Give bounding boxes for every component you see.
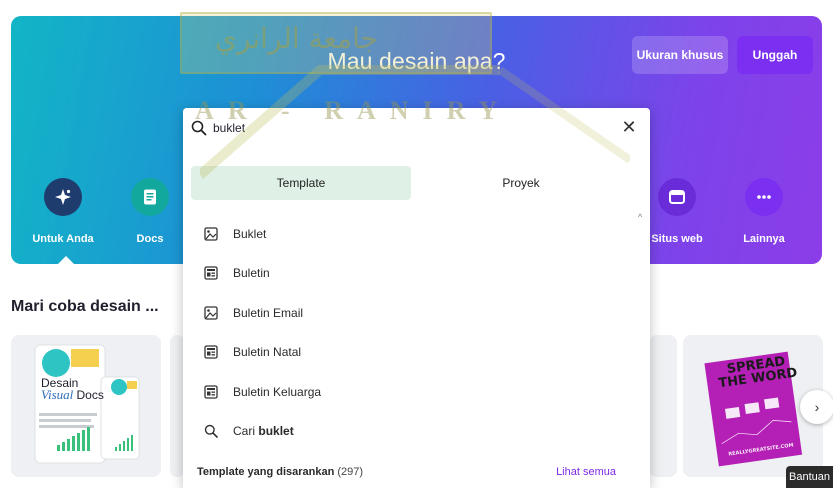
suggestion-label: Buletin Natal [233, 345, 302, 360]
see-all-link[interactable]: Lihat semua [556, 466, 616, 478]
docs-thumbnail [34, 344, 140, 464]
suggestion-item[interactable]: Buletin [183, 254, 638, 294]
upload-button[interactable]: Unggah [737, 36, 813, 74]
category-label: Lainnya [743, 233, 785, 245]
newsletter-icon [203, 265, 219, 281]
recommended-count: (297) [337, 466, 364, 478]
recommended-title: Template yang disarankan [197, 466, 335, 478]
suggestion-label: Buletin Email [233, 305, 304, 320]
search-icon [203, 423, 219, 439]
carousel-next-button[interactable]: › [800, 390, 833, 424]
active-category-indicator [58, 256, 74, 264]
suggestion-item[interactable]: Buletin Natal [183, 333, 638, 373]
document-icon [131, 178, 169, 216]
suggestion-list: Buklet Buletin Buletin Email Buletin Nat… [183, 214, 638, 451]
category-label: Untuk Anda [32, 233, 94, 245]
help-button[interactable]: Bantuan [786, 466, 833, 488]
image-icon [203, 226, 219, 242]
template-card-hidden-right[interactable] [649, 335, 677, 477]
newsletter-icon [203, 384, 219, 400]
category-situs-web[interactable]: Situs web [642, 178, 712, 245]
suggestion-item[interactable]: Buletin Email [183, 293, 638, 333]
watermark-sweep [200, 65, 630, 179]
sparkle-icon [44, 178, 82, 216]
docs-card-line3: Docs [76, 388, 104, 402]
image-icon [203, 305, 219, 321]
suggestion-item[interactable]: Buklet [183, 214, 638, 254]
newsletter-icon [203, 344, 219, 360]
template-card-hidden-left[interactable] [170, 335, 184, 477]
custom-size-button[interactable]: Ukuran khusus [632, 36, 728, 74]
docs-card-line2: Visual [41, 387, 74, 402]
category-docs[interactable]: Docs [115, 178, 185, 245]
suggestion-label: Buklet [233, 226, 267, 241]
category-untuk-anda[interactable]: Untuk Anda [28, 178, 98, 245]
recommended-templates-row: Template yang disarankan (297) Lihat sem… [183, 460, 638, 484]
search-term-prefix: Cari [233, 424, 256, 439]
more-dots-icon [745, 178, 783, 216]
watermark-arabic-text: جامعة الرانري [215, 22, 378, 55]
section-title: Mari coba desain ... [11, 298, 159, 315]
search-term-item[interactable]: Cari buklet [183, 412, 638, 452]
search-term-value: buklet [258, 424, 294, 439]
category-label: Situs web [651, 233, 703, 245]
scroll-up-icon[interactable]: ^ [638, 212, 642, 222]
browser-icon [658, 178, 696, 216]
suggestion-label: Buletin [233, 266, 270, 281]
category-label: Docs [136, 233, 164, 245]
category-lainnya[interactable]: Lainnya [729, 178, 799, 245]
docs-card-text: Desain Visual Docs [41, 377, 104, 401]
suggestion-label: Buletin Keluarga [233, 384, 322, 399]
chevron-right-icon: › [814, 399, 820, 415]
suggestion-item[interactable]: Buletin Keluarga [183, 372, 638, 412]
template-card-docs[interactable]: Desain Visual Docs [11, 335, 161, 477]
